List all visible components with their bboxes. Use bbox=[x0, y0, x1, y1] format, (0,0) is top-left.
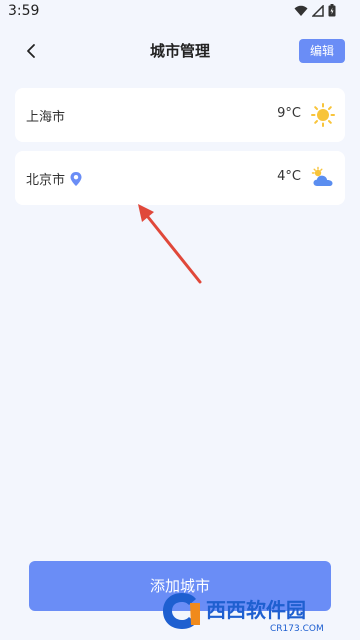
sun-icon bbox=[311, 103, 335, 127]
status-bar: 3:59 bbox=[0, 0, 360, 26]
city-name: 北京市 bbox=[26, 169, 83, 188]
city-card-shanghai[interactable]: 上海市 9°C bbox=[15, 88, 345, 142]
city-name-text: 北京市 bbox=[26, 173, 66, 188]
annotation-arrow-icon bbox=[138, 204, 202, 284]
wifi-icon bbox=[294, 5, 308, 16]
city-temperature: 4°C bbox=[277, 169, 301, 184]
status-icons bbox=[294, 4, 336, 17]
edit-button[interactable]: 编辑 bbox=[299, 39, 345, 63]
location-pin-icon bbox=[69, 171, 83, 187]
city-name-text: 上海市 bbox=[26, 110, 66, 125]
city-temperature: 9°C bbox=[277, 106, 301, 121]
header: 城市管理 编辑 bbox=[0, 34, 360, 68]
signal-icon bbox=[312, 4, 324, 17]
status-time: 3:59 bbox=[8, 3, 40, 19]
city-name: 上海市 bbox=[26, 106, 65, 125]
watermark-logo: 西西软件园 CR173.COM bbox=[163, 593, 324, 634]
battery-icon bbox=[328, 4, 336, 17]
cloud-sun-icon bbox=[311, 166, 333, 186]
city-card-beijing[interactable]: 北京市 4°C bbox=[15, 151, 345, 205]
watermark-text: 西西软件园 bbox=[206, 598, 306, 622]
watermark-subtext: CR173.COM bbox=[270, 624, 324, 634]
